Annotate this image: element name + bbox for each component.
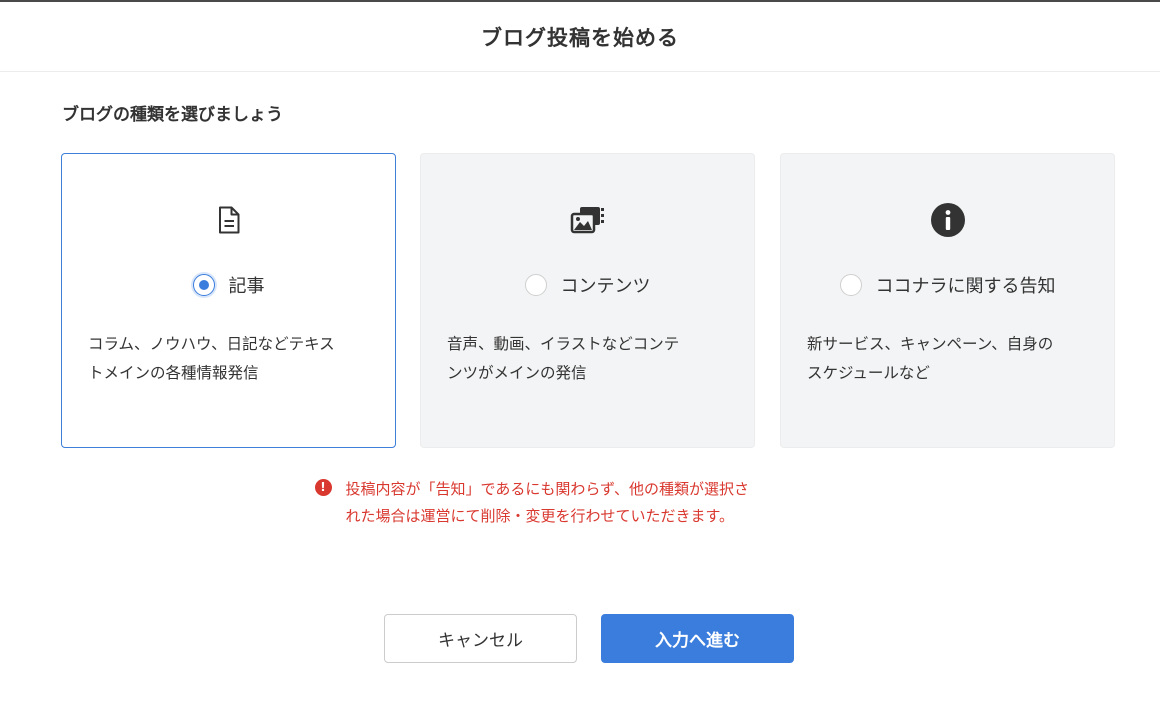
proceed-to-input-button[interactable]: 入力へ進む	[601, 614, 794, 663]
card-description-announcement: 新サービス、キャンペーン、自身の スケジュールなど	[807, 330, 1094, 388]
radio-article[interactable]	[192, 274, 215, 296]
warning-line: れた場合は運営にて削除・変更を行わせていただきます。	[345, 507, 735, 525]
dialog-header: ブログ投稿を始める	[0, 2, 1160, 72]
warning-line: 投稿内容が「告知」であるにも関わらず、他の種類が選択さ	[345, 480, 750, 498]
document-icon	[62, 200, 395, 240]
card-label-contents: コンテンツ	[560, 276, 651, 297]
card-label-announcement: ココナラに関する告知	[875, 276, 1056, 297]
dialog-title: ブログ投稿を始める	[481, 25, 679, 50]
card-desc-line: ンツがメインの発信	[447, 364, 587, 382]
card-label-article: 記事	[228, 276, 265, 297]
blog-type-card-announcement[interactable]: ココナラに関する告知 新サービス、キャンペーン、自身の スケジュールなど	[780, 153, 1115, 448]
section-title: ブログの種類を選びましょう	[62, 105, 283, 125]
radio-contents[interactable]	[524, 274, 547, 296]
blog-type-card-contents[interactable]: コンテンツ 音声、動画、イラストなどコンテ ンツがメインの発信	[420, 153, 755, 448]
warning-text: 投稿内容が「告知」であるにも関わらず、他の種類が選択さ れた場合は運営にて削除・…	[346, 476, 846, 530]
card-description-contents: 音声、動画、イラストなどコンテ ンツがメインの発信	[447, 330, 734, 388]
exclamation-icon: !	[314, 479, 332, 496]
warning-notice: ! 投稿内容が「告知」であるにも関わらず、他の種類が選択さ れた場合は運営にて削…	[0, 476, 1160, 530]
card-description-article: コラム、ノウハウ、日記などテキス トメインの各種情報発信	[88, 330, 375, 388]
card-desc-line: 新サービス、キャンペーン、自身の	[807, 335, 1054, 353]
card-desc-line: 音声、動画、イラストなどコンテ	[447, 335, 680, 353]
card-desc-line: トメインの各種情報発信	[88, 364, 259, 382]
blog-type-card-article[interactable]: 記事 コラム、ノウハウ、日記などテキス トメインの各種情報発信	[61, 153, 396, 448]
radio-announcement[interactable]	[839, 274, 862, 296]
info-icon	[781, 200, 1114, 240]
card-desc-line: スケジュールなど	[807, 364, 930, 382]
card-desc-line: コラム、ノウハウ、日記などテキス	[88, 335, 335, 353]
media-icon	[421, 200, 754, 240]
cancel-button[interactable]: キャンセル	[384, 614, 577, 663]
